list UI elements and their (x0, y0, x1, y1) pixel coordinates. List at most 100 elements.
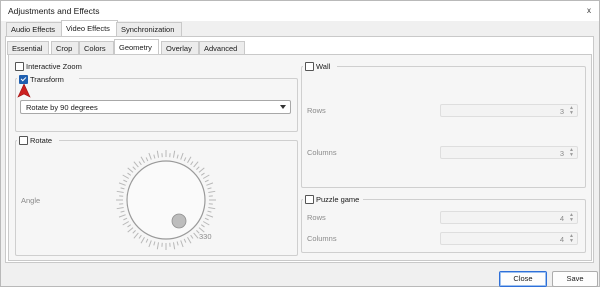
dial-tick (207, 187, 212, 190)
title-bar: Adjustments and Effects x (1, 1, 599, 21)
puzzle-columns-label: Columns (307, 234, 337, 243)
spin-arrows-icon[interactable]: ▲ ▼ (569, 106, 574, 116)
wall-columns-value: 3 (559, 149, 564, 158)
tab-advanced[interactable]: Advanced (199, 41, 245, 55)
dial-tick (183, 238, 187, 243)
wall-legend: Wall (303, 61, 337, 71)
dial-tick (200, 224, 205, 228)
transform-type-select[interactable]: Rotate by 90 degrees (20, 100, 291, 114)
wall-rows-label: Rows (307, 106, 326, 115)
dial-tick (138, 234, 142, 239)
dial-tick (190, 234, 194, 239)
wall-columns-label: Columns (307, 148, 337, 157)
dial-tick (116, 206, 124, 210)
dial-tick (127, 224, 132, 228)
transform-label: Transform (30, 75, 64, 84)
dial-tick (118, 182, 126, 186)
dial-tick (200, 172, 205, 176)
dial-tick (132, 230, 136, 234)
dial-tick (187, 156, 192, 164)
dial-tick (148, 152, 152, 160)
dial-tick (207, 210, 212, 213)
tab-synchronization[interactable]: Synchronization (116, 22, 182, 36)
transform-type-value: Rotate by 90 degrees (26, 103, 98, 112)
puzzle-columns-value: 4 (559, 235, 564, 244)
puzzle-rows-spinbox[interactable]: 4 ▲ ▼ (440, 211, 578, 224)
dial-tick (122, 174, 130, 179)
dial-tick (172, 242, 176, 250)
dial-tick (204, 179, 209, 183)
dial-tick (127, 167, 134, 173)
save-button[interactable]: Save (552, 271, 598, 287)
dial-tick (193, 161, 199, 168)
dial-tick (127, 227, 134, 233)
puzzle-label: Puzzle game (316, 195, 360, 204)
puzzle-columns-spinbox[interactable]: 4 ▲ ▼ (440, 232, 578, 245)
dial-tick (132, 166, 136, 170)
dial-tick (206, 214, 214, 218)
dial-tick (133, 161, 139, 168)
window-title: Adjustments and Effects (8, 6, 100, 16)
wall-columns-spinbox[interactable]: 3 ▲ ▼ (440, 146, 578, 159)
transform-checkbox[interactable] (19, 75, 28, 84)
tab-video-effects[interactable]: Video Effects (61, 20, 118, 37)
dial-tick (153, 154, 156, 159)
dial-tick (180, 240, 184, 248)
puzzle-rows-value: 4 (559, 214, 564, 223)
dial-tick (176, 154, 179, 159)
dial-tick (116, 190, 124, 194)
dial-tick (123, 217, 128, 221)
dial-tick (127, 172, 132, 176)
dial-tick (172, 150, 176, 158)
dial-tick (190, 161, 194, 166)
dial-tick (153, 241, 156, 246)
dial-tick (187, 236, 192, 244)
dial-tick (145, 157, 149, 162)
dial-tick (120, 210, 125, 213)
wall-checkbox[interactable] (305, 62, 314, 71)
dial-tick (140, 156, 145, 164)
dial-tick (208, 206, 216, 210)
puzzle-rows-label: Rows (307, 213, 326, 222)
dial-tick (183, 157, 187, 162)
dial-knob[interactable] (171, 213, 187, 229)
close-window-icon[interactable]: x (582, 4, 596, 18)
rotate-checkbox[interactable] (19, 136, 28, 145)
dial-tick (156, 150, 160, 158)
dial-tick (133, 232, 139, 239)
dial-tick (118, 214, 126, 218)
wall-label: Wall (316, 62, 331, 71)
tab-colors[interactable]: Colors (79, 41, 114, 55)
dial-tick (176, 241, 179, 246)
dial-tick (120, 187, 125, 190)
close-button[interactable]: Close (499, 271, 547, 287)
tab-crop[interactable]: Crop (51, 41, 79, 55)
dial-tick (148, 240, 152, 248)
tab-essential[interactable]: Essential (7, 41, 49, 55)
angle-label: Angle (21, 196, 41, 205)
spin-arrows-icon[interactable]: ▲ ▼ (569, 213, 574, 223)
dial-tick (198, 167, 205, 173)
rotate-label: Rotate (30, 136, 53, 145)
dial-tick (204, 217, 209, 221)
spin-arrows-icon[interactable]: ▲ ▼ (569, 234, 574, 244)
dial-tick (196, 166, 200, 170)
dial-tick (138, 161, 142, 166)
tab-overlay[interactable]: Overlay (161, 41, 199, 55)
dial-tick (156, 242, 160, 250)
tab-audio-effects[interactable]: Audio Effects (6, 22, 62, 36)
interactive-zoom-label: Interactive Zoom (26, 62, 82, 71)
wall-rows-value: 3 (559, 107, 564, 116)
spin-arrows-icon[interactable]: ▲ ▼ (569, 148, 574, 158)
dial-tick (145, 238, 149, 243)
dial-tick (208, 190, 216, 194)
wall-rows-spinbox[interactable]: 3 ▲ ▼ (440, 104, 578, 117)
dial-tick (122, 221, 130, 226)
interactive-zoom-checkbox[interactable] (15, 62, 24, 71)
dial-tick (202, 221, 210, 226)
puzzle-checkbox[interactable] (305, 195, 314, 204)
dial-tick (123, 179, 128, 183)
puzzle-legend: Puzzle game (303, 194, 363, 204)
red-arrow-pointer-icon (17, 84, 31, 98)
dial-tick (193, 232, 199, 239)
